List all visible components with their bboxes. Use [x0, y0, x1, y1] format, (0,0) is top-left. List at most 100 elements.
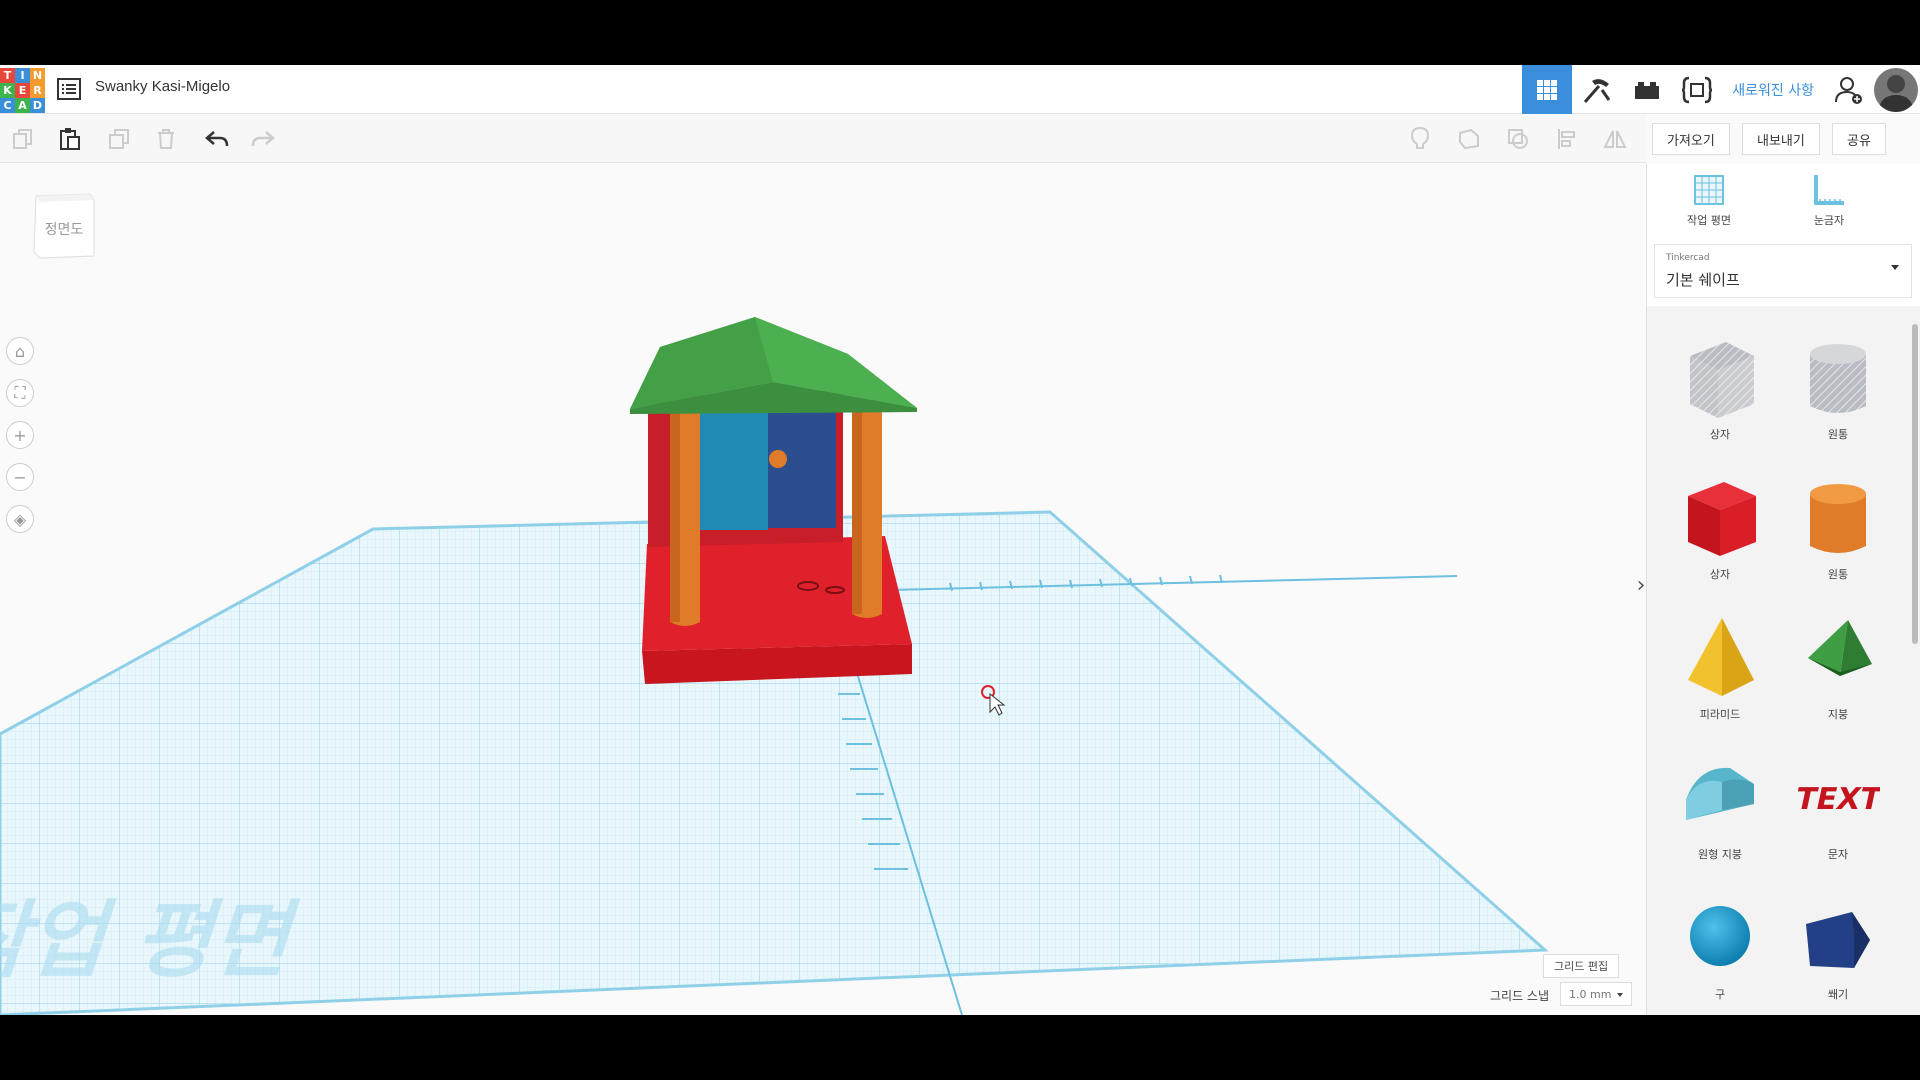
shape-tile[interactable]: 상자 — [1660, 334, 1780, 469]
shape-label: 원통 — [1827, 568, 1849, 581]
shape-tile[interactable]: 구 — [1660, 894, 1780, 1015]
ruler-label: 눈금자 — [1813, 214, 1845, 227]
logo-letter: N — [30, 68, 45, 83]
perspective-button[interactable]: ◈ — [6, 505, 34, 533]
paste-button[interactable] — [56, 125, 84, 153]
codeblocks-icon — [1682, 76, 1713, 103]
top-bar: TINKERCAD Swanky Kasi-Migelo 새로워진 사항 — [0, 65, 1920, 114]
edit-grid-button[interactable]: 그리드 편집 — [1543, 954, 1620, 978]
round-roof-icon — [1686, 767, 1754, 820]
shape-label: 문자 — [1827, 848, 1849, 861]
zoom-out-button[interactable]: − — [6, 463, 34, 491]
mirror-button[interactable] — [1601, 125, 1629, 153]
share-button[interactable]: 공유 — [1832, 123, 1886, 155]
logo-letter: R — [30, 83, 45, 98]
align-button[interactable] — [1553, 125, 1581, 153]
workplane-label: 작업 평면 — [1687, 214, 1731, 227]
shape-tile[interactable]: 피라미드 — [1660, 614, 1780, 749]
trash-icon — [158, 129, 174, 149]
shape-label: 피라미드 — [1699, 708, 1741, 721]
view-cube-label: 정면도 — [44, 222, 84, 238]
wedge-icon — [1806, 912, 1870, 968]
chevron-down-icon — [1617, 993, 1623, 997]
home-view-button[interactable]: ⌂ — [6, 337, 34, 365]
workplane-scene: 작업 평면 — [0, 317, 1549, 1015]
ruler-tool[interactable]: 눈금자 — [1779, 172, 1879, 228]
import-button[interactable]: 가져오기 — [1652, 123, 1730, 155]
ruler-icon — [1814, 175, 1844, 205]
workplane-icon — [1694, 175, 1724, 205]
duplicate-button[interactable] — [105, 125, 133, 153]
user-avatar[interactable] — [1874, 67, 1918, 112]
shape-tile[interactable]: 원통 — [1778, 474, 1898, 609]
logo-letter: I — [15, 68, 30, 83]
tinkercad-editor: TINKERCAD Swanky Kasi-Migelo 새로워진 사항 가져오… — [0, 65, 1920, 1015]
design-title[interactable]: Swanky Kasi-Migelo — [95, 78, 230, 95]
bricks-button[interactable] — [1622, 65, 1672, 114]
shape-label: 상자 — [1709, 428, 1731, 441]
roof-icon — [1808, 620, 1872, 676]
view-cube[interactable]: 정면도 — [32, 190, 96, 260]
shape-tile[interactable]: TEXT 문자 — [1778, 754, 1898, 889]
logo-letter: T — [0, 68, 15, 83]
logo-letter: D — [30, 98, 45, 113]
logo-letter: A — [15, 98, 30, 113]
workplane-tool[interactable]: 작업 평면 — [1659, 172, 1759, 228]
chevron-down-icon — [1891, 265, 1899, 270]
shape-outline-icon — [1459, 128, 1479, 150]
duplicate-icon — [109, 129, 129, 149]
codeblocks-button[interactable] — [1672, 65, 1722, 114]
left-door — [695, 408, 768, 530]
group-button[interactable] — [1504, 125, 1532, 153]
tinkercad-logo[interactable]: TINKERCAD — [0, 68, 45, 113]
redo-button[interactable] — [249, 125, 277, 153]
zoom-in-button[interactable]: + — [6, 421, 34, 449]
group-icon — [1508, 129, 1528, 149]
delete-button[interactable] — [152, 125, 180, 153]
undo-button[interactable] — [203, 125, 231, 153]
workplane-watermark: 작업 평면 — [0, 892, 312, 989]
snap-grid-select[interactable]: 1.0 mm — [1560, 982, 1632, 1006]
undo-icon — [205, 131, 229, 147]
add-user-button[interactable] — [1824, 65, 1874, 114]
shape-tile[interactable]: 쐐기 — [1778, 894, 1898, 1015]
copy-icon — [13, 129, 32, 149]
shape-tile[interactable]: 원형 지붕 — [1660, 754, 1780, 889]
copy-button[interactable] — [9, 125, 37, 153]
house-model[interactable] — [630, 317, 917, 684]
design-menu-icon[interactable] — [57, 78, 81, 100]
library-selected-label: 기본 쉐이프 — [1666, 271, 1740, 289]
whats-new-link[interactable]: 새로워진 사항 — [1722, 80, 1824, 100]
box-icon — [1688, 482, 1756, 556]
shape-tile[interactable]: 원통 — [1778, 334, 1898, 469]
shape-tile[interactable]: 지붕 — [1778, 614, 1898, 749]
add-user-icon — [1835, 76, 1862, 104]
notes-button[interactable] — [1406, 125, 1434, 153]
cylinder-hole-icon — [1810, 344, 1866, 413]
fit-view-button[interactable]: ⛶ — [6, 379, 34, 407]
shape-library-select[interactable]: Tinkercad 기본 쉐이프 — [1654, 244, 1912, 298]
bricks-icon — [1635, 81, 1660, 99]
shape-label: 구 — [1714, 988, 1726, 1001]
chevron-right-icon: › — [1636, 572, 1646, 598]
show-hidden-button[interactable] — [1455, 125, 1483, 153]
shapes-panel: 작업 평면 눈금자 Tinkercad 기본 쉐이프 상자 원통 상자 원통 피… — [1646, 164, 1920, 1015]
door-knob — [769, 450, 787, 468]
shape-label: 상자 — [1709, 568, 1731, 581]
logo-letter: E — [15, 83, 30, 98]
fit-all-icon: ⛶ — [14, 383, 26, 402]
export-button[interactable]: 내보내기 — [1742, 123, 1820, 155]
mirror-icon — [1603, 130, 1627, 148]
library-source-label: Tinkercad — [1666, 253, 1710, 263]
shape-label: 쐐기 — [1827, 988, 1849, 1001]
shape-tile[interactable]: 상자 — [1660, 474, 1780, 609]
logo-letter: C — [0, 98, 15, 113]
logo-letter: K — [0, 83, 15, 98]
box-hole-icon — [1690, 342, 1754, 418]
snap-grid-label: 그리드 스냅 — [1490, 989, 1550, 1003]
plus-icon: + — [13, 425, 27, 445]
build-button[interactable] — [1572, 65, 1622, 114]
3d-view-button[interactable] — [1522, 65, 1573, 114]
home-icon: ⌂ — [14, 341, 26, 361]
3d-viewport[interactable]: 작업 평면 정면도 ⌂ ⛶ + − ◈ 그리드 편집 그리드 스냅 1.0 mm — [0, 164, 1646, 1015]
